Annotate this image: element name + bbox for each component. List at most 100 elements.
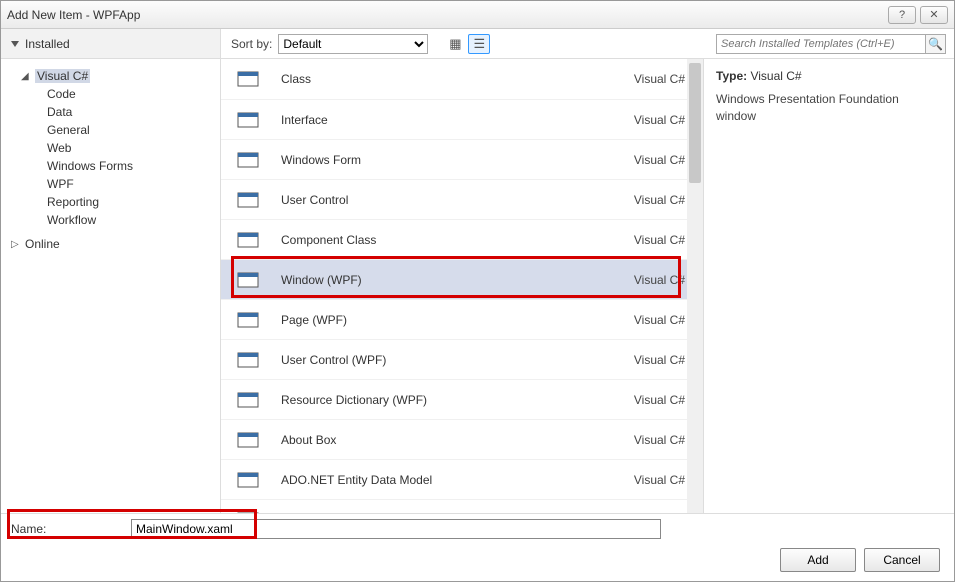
search-input[interactable] (716, 34, 926, 54)
tree-node-reporting[interactable]: Reporting (1, 193, 220, 211)
category-tree: ◢ Visual C# Code Data General Web Windows Fo… (1, 59, 221, 515)
sort-label: Sort by: (231, 37, 272, 51)
template-name: Resource Dictionary (WPF) (281, 393, 634, 407)
template-lang: Visual C# (634, 72, 685, 86)
template-name: Class (281, 72, 634, 86)
template-item[interactable]: User Control (WPF)Visual C# (221, 339, 703, 379)
cancel-button[interactable]: Cancel (864, 548, 940, 572)
detail-panel: Type: Visual C# Windows Presentation Fou… (704, 59, 954, 515)
help-button[interactable]: ? (888, 6, 916, 24)
template-lang: Visual C# (634, 313, 685, 327)
tree-node-data[interactable]: Data (1, 103, 220, 121)
template-name: About Box (281, 433, 634, 447)
button-row: Add Cancel (1, 544, 954, 576)
type-label: Type: (716, 69, 747, 83)
close-button[interactable]: ✕ (920, 6, 948, 24)
type-row: Type: Visual C# (716, 69, 942, 83)
template-icon (235, 227, 263, 253)
template-item[interactable]: ClassVisual C# (221, 59, 703, 99)
tree-node-label: Windows Forms (47, 159, 133, 173)
expand-icon: ◢ (21, 71, 31, 82)
template-lang: Visual C# (634, 193, 685, 207)
template-icon (235, 147, 263, 173)
template-name: Window (WPF) (281, 273, 634, 287)
template-name: ADO.NET Entity Data Model (281, 473, 634, 487)
template-item[interactable]: Window (WPF)Visual C# (221, 259, 703, 299)
sort-select[interactable]: Default (278, 34, 428, 54)
view-small-icons[interactable]: ▦ (444, 34, 466, 54)
template-item[interactable]: Component ClassVisual C# (221, 219, 703, 259)
scrollbar-thumb[interactable] (689, 63, 701, 183)
list-icon: ☰ (474, 36, 486, 52)
template-icon (235, 107, 263, 133)
tree-node-label: Reporting (47, 195, 99, 209)
template-item[interactable]: ADO.NET Entity Data ModelVisual C# (221, 459, 703, 499)
titlebar: Add New Item - WPFApp ? ✕ (1, 1, 954, 29)
template-lang: Visual C# (634, 113, 685, 127)
expand-icon: ▷ (11, 239, 21, 250)
tree-header-label: Installed (25, 37, 70, 51)
add-button[interactable]: Add (780, 548, 856, 572)
scrollbar[interactable] (687, 59, 703, 515)
tree-node-label: Data (47, 105, 72, 119)
name-label: Name: (11, 522, 131, 536)
template-item[interactable]: Windows FormVisual C# (221, 139, 703, 179)
tree-node-label: Web (47, 141, 71, 155)
grid-icon: ▦ (449, 36, 461, 52)
template-item[interactable]: Resource Dictionary (WPF)Visual C# (221, 379, 703, 419)
search-icon: 🔍 (928, 37, 943, 51)
template-list-panel: ClassVisual C#InterfaceVisual C#Windows … (221, 59, 704, 515)
template-name: Page (WPF) (281, 313, 634, 327)
template-icon (235, 427, 263, 453)
name-input[interactable] (131, 519, 661, 539)
description: Windows Presentation Foundation window (716, 91, 942, 125)
template-lang: Visual C# (634, 153, 685, 167)
template-name: User Control (281, 193, 634, 207)
tree-node-general[interactable]: General (1, 121, 220, 139)
tree-header[interactable]: Installed (1, 29, 221, 58)
sort-area: Sort by: Default ▦ ☰ (221, 34, 490, 54)
tree-node-label: Visual C# (35, 69, 90, 83)
template-item[interactable]: InterfaceVisual C# (221, 99, 703, 139)
template-lang: Visual C# (634, 273, 685, 287)
template-name: User Control (WPF) (281, 353, 634, 367)
template-lang: Visual C# (634, 233, 685, 247)
tree-node-windows-forms[interactable]: Windows Forms (1, 157, 220, 175)
template-icon (235, 387, 263, 413)
tree-node-visual-csharp[interactable]: ◢ Visual C# (1, 67, 220, 85)
template-name: Interface (281, 113, 634, 127)
template-list[interactable]: ClassVisual C#InterfaceVisual C#Windows … (221, 59, 703, 515)
template-lang: Visual C# (634, 353, 685, 367)
template-lang: Visual C# (634, 433, 685, 447)
search-button[interactable]: 🔍 (926, 34, 946, 54)
template-icon (235, 187, 263, 213)
tree-node-label: WPF (47, 177, 74, 191)
template-icon (235, 347, 263, 373)
footer: Name: Add Cancel (1, 513, 954, 581)
template-item[interactable]: User ControlVisual C# (221, 179, 703, 219)
toolbar: Installed Sort by: Default ▦ ☰ 🔍 (1, 29, 954, 59)
template-item[interactable]: About BoxVisual C# (221, 419, 703, 459)
template-icon (235, 307, 263, 333)
template-item[interactable]: Page (WPF)Visual C# (221, 299, 703, 339)
tree-node-web[interactable]: Web (1, 139, 220, 157)
template-icon (235, 467, 263, 493)
template-name: Windows Form (281, 153, 634, 167)
view-details[interactable]: ☰ (468, 34, 490, 54)
tree-node-code[interactable]: Code (1, 85, 220, 103)
template-lang: Visual C# (634, 393, 685, 407)
tree-node-online[interactable]: ▷ Online (1, 235, 220, 253)
tree-node-label: General (47, 123, 90, 137)
search-area: 🔍 (716, 34, 946, 54)
type-value: Visual C# (750, 69, 801, 83)
template-icon (235, 66, 263, 92)
template-name: Component Class (281, 233, 634, 247)
template-icon (235, 267, 263, 293)
tree-node-wpf[interactable]: WPF (1, 175, 220, 193)
main: ◢ Visual C# Code Data General Web Windows Fo… (1, 59, 954, 515)
tree-node-workflow[interactable]: Workflow (1, 211, 220, 229)
collapse-icon (11, 41, 19, 47)
tree-node-label: Code (47, 87, 76, 101)
template-lang: Visual C# (634, 473, 685, 487)
tree-node-label: Online (25, 237, 60, 251)
